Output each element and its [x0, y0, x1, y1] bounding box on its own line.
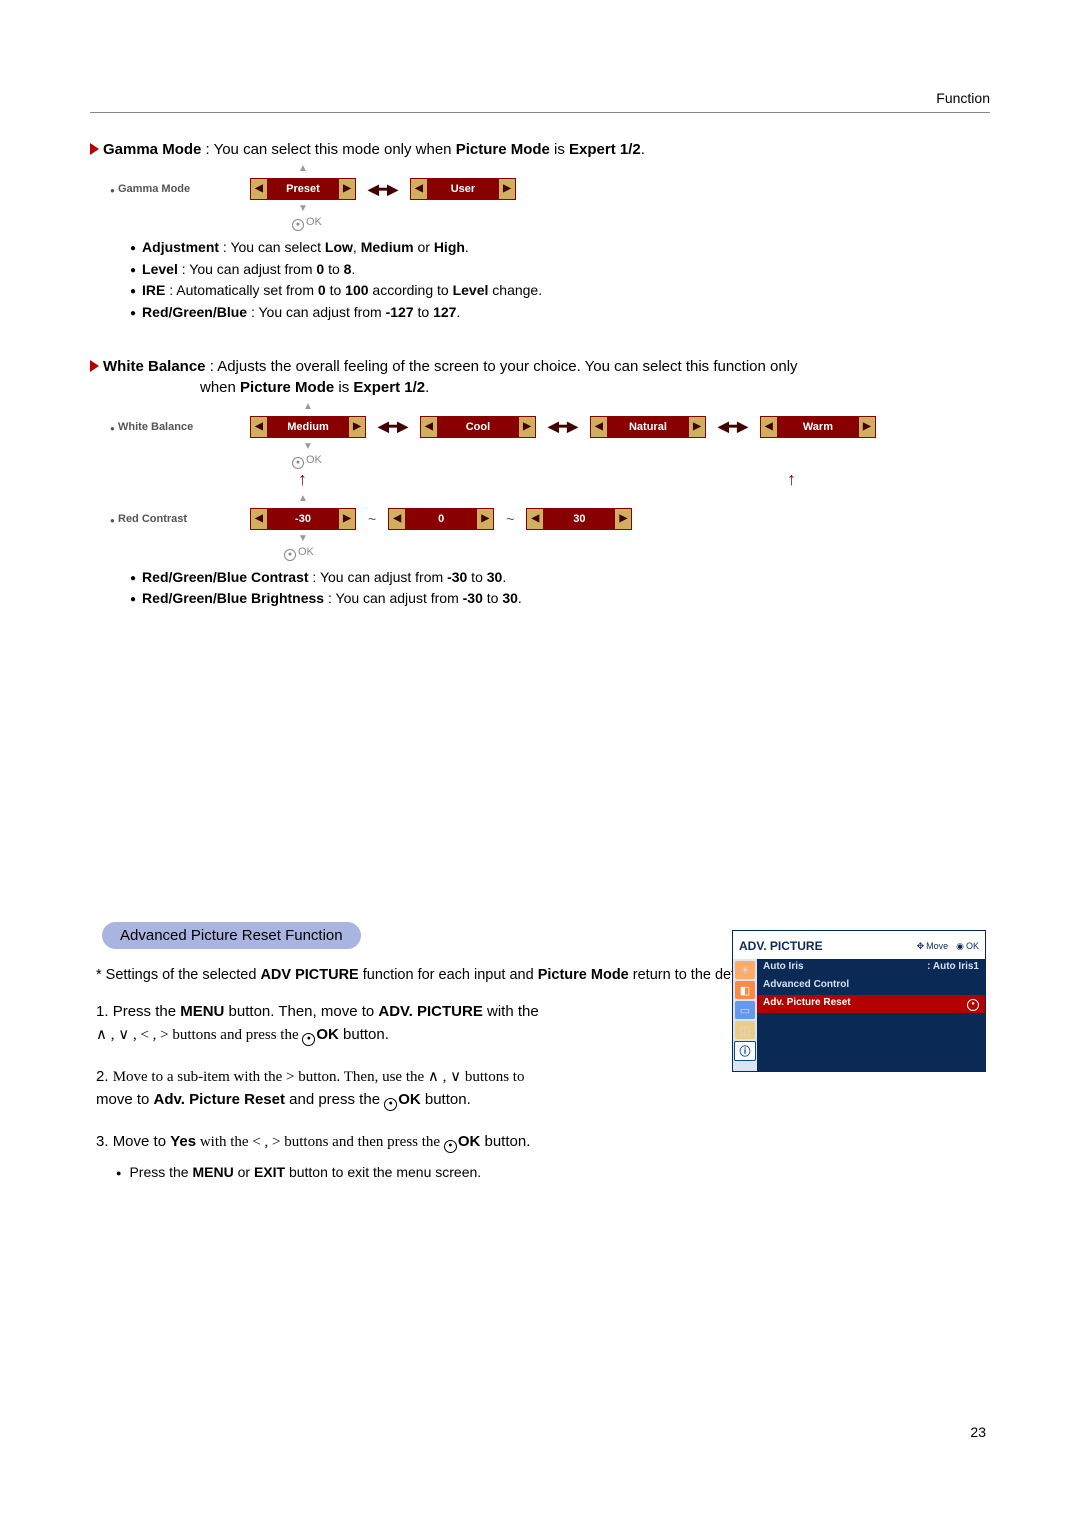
reset-steps: 1. Press the MENU button. Then, move to …	[96, 1001, 596, 1183]
arrow-left-icon[interactable]: ◀	[251, 417, 267, 437]
transition-arrows-icon: ◀━▶	[368, 181, 398, 198]
arrow-left-icon[interactable]: ◀	[591, 417, 607, 437]
arrow-right-icon[interactable]: ▶	[349, 417, 365, 437]
link-arrow-up-icon: ↑	[787, 469, 796, 490]
arrow-left-icon[interactable]: ◀	[761, 417, 777, 437]
arrow-up-icon: ▲	[298, 494, 308, 504]
step-3-subnote: Press the MENU or EXIT button to exit th…	[116, 1162, 596, 1183]
ok-hint: ●OK	[284, 546, 990, 561]
osd-item-adv-picture-reset[interactable]: Adv. Picture Reset●	[757, 995, 985, 1013]
gamma-user-selector[interactable]: ◀ User ▶	[410, 178, 516, 200]
wb-heading: White Balance : Adjusts the overall feel…	[90, 358, 990, 375]
osd-sidebar-icons: ☀ ◧ ▭ ◫ ⓘ	[733, 959, 757, 1071]
arrow-left-icon[interactable]: ◀	[421, 417, 437, 437]
picture-icon[interactable]: ☀	[735, 961, 755, 979]
move-icon: ✥	[917, 941, 925, 951]
rc-30-selector[interactable]: ◀ 30 ▶	[526, 508, 632, 530]
screen-icon[interactable]: ▭	[735, 1001, 755, 1019]
arrow-down-icon: ▼	[303, 442, 313, 452]
time-icon[interactable]: ◫	[735, 1021, 755, 1039]
link-arrow-up-icon: ↑	[298, 469, 307, 490]
gamma-heading: Gamma Mode : You can select this mode on…	[90, 141, 990, 158]
arrow-left-icon[interactable]: ◀	[389, 509, 405, 529]
triangle-right-icon	[90, 360, 99, 372]
triangle-right-icon	[90, 143, 99, 155]
arrow-right-icon[interactable]: ▶	[339, 179, 355, 199]
gamma-bullets: Adjustment : You can select Low, Medium …	[130, 237, 990, 324]
wb-natural-selector[interactable]: ◀ Natural ▶	[590, 416, 706, 438]
arrow-left-icon[interactable]: ◀	[527, 509, 543, 529]
osd-item-advanced-control[interactable]: Advanced Control	[757, 977, 985, 995]
step-3: 3. Move to Yes with the < , > buttons an…	[96, 1131, 596, 1183]
section-gamma: Gamma Mode : You can select this mode on…	[90, 141, 990, 324]
info-icon[interactable]: ⓘ	[734, 1041, 756, 1061]
gamma-mode-label: Gamma Mode	[112, 183, 238, 195]
red-contrast-label: Red Contrast	[112, 513, 238, 525]
gamma-preset-selector[interactable]: ◀ Preset ▶	[250, 178, 356, 200]
tilde-icon: ~	[368, 511, 376, 527]
page-header: Function	[90, 90, 990, 106]
osd-hints: ✥Move ◉OK	[917, 941, 979, 952]
arrow-right-icon[interactable]: ▶	[339, 509, 355, 529]
osd-menu-list: Auto Iris: Auto Iris1 Advanced Control A…	[757, 959, 985, 1071]
arrow-right-icon[interactable]: ▶	[689, 417, 705, 437]
header-rule	[90, 112, 990, 113]
rc-neg30-selector[interactable]: ◀ -30 ▶	[250, 508, 356, 530]
osd-item-auto-iris[interactable]: Auto Iris: Auto Iris1	[757, 959, 985, 977]
transition-arrows-icon: ◀━▶	[378, 418, 408, 435]
wb-heading-line2: when Picture Mode is Expert 1/2.	[200, 379, 990, 396]
section-pill-title: Advanced Picture Reset Function	[102, 922, 361, 949]
ok-hint: ●OK	[292, 216, 990, 231]
arrow-up-icon: ▲	[303, 402, 313, 412]
transition-arrows-icon: ◀━▶	[718, 418, 748, 435]
arrow-right-icon[interactable]: ▶	[859, 417, 875, 437]
arrow-left-icon[interactable]: ◀	[411, 179, 427, 199]
arrow-right-icon[interactable]: ▶	[615, 509, 631, 529]
ok-dot-icon: ●	[967, 999, 979, 1011]
tilde-icon: ~	[506, 511, 514, 527]
arrow-right-icon[interactable]: ▶	[519, 417, 535, 437]
wb-bullets: Red/Green/Blue Contrast : You can adjust…	[130, 567, 990, 610]
arrow-left-icon[interactable]: ◀	[251, 509, 267, 529]
transition-arrows-icon: ◀━▶	[548, 418, 578, 435]
arrow-down-icon: ▼	[298, 534, 308, 544]
section-white-balance: White Balance : Adjusts the overall feel…	[90, 358, 990, 610]
wb-medium-selector[interactable]: ◀ Medium ▶	[250, 416, 366, 438]
rc-0-selector[interactable]: ◀ 0 ▶	[388, 508, 494, 530]
page-number: 23	[970, 1424, 986, 1440]
arrow-left-icon[interactable]: ◀	[251, 179, 267, 199]
arrow-right-icon[interactable]: ▶	[499, 179, 515, 199]
wb-cool-selector[interactable]: ◀ Cool ▶	[420, 416, 536, 438]
wb-label: White Balance	[112, 421, 238, 433]
wb-warm-selector[interactable]: ◀ Warm ▶	[760, 416, 876, 438]
arrow-up-icon: ▲	[298, 164, 308, 174]
arrow-down-icon: ▼	[298, 204, 308, 214]
osd-panel: ADV. PICTURE ✥Move ◉OK ☀ ◧ ▭ ◫ ⓘ Auto Ir…	[732, 930, 986, 1072]
step-2: 2. Move to a sub-item with the > button.…	[96, 1066, 596, 1111]
ok-icon: ◉	[956, 941, 964, 951]
adv-picture-icon[interactable]: ◧	[735, 981, 755, 999]
osd-title: ADV. PICTURE	[739, 939, 823, 953]
step-1: 1. Press the MENU button. Then, move to …	[96, 1001, 596, 1046]
arrow-right-icon[interactable]: ▶	[477, 509, 493, 529]
ok-hint: ●OK	[292, 454, 322, 469]
